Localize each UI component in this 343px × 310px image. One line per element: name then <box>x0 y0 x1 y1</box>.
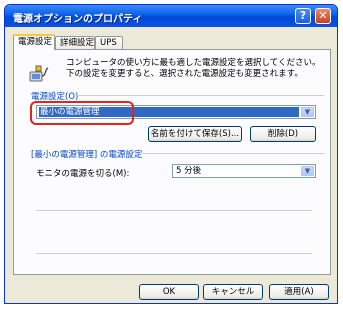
chevron-down-icon[interactable]: ▼ <box>301 107 314 117</box>
settings-group-divider <box>142 153 324 154</box>
annotation-ring <box>30 101 134 125</box>
delete-button[interactable]: 削除(D) <box>250 126 316 142</box>
window-title: 電源オプションのプロパティ <box>13 14 143 25</box>
monitor-off-dropdown[interactable]: 5 分後 ▼ <box>172 164 316 178</box>
intro-text: コンピュータの使い方に最も適した電源設定を選択してください。下の設定を変更すると… <box>66 58 321 79</box>
tab-advanced[interactable]: 詳細設定 <box>55 36 95 49</box>
apply-button[interactable]: 適用(A) <box>269 284 329 300</box>
monitor-off-value: 5 分後 <box>176 166 202 176</box>
close-button[interactable]: ✕ <box>315 8 331 24</box>
ok-button[interactable]: OK <box>139 284 199 300</box>
cancel-button[interactable]: キャンセル <box>203 284 263 300</box>
settings-separator-bottom <box>36 253 312 254</box>
title-bar[interactable]: 電源オプションのプロパティ ? ✕ <box>5 5 337 27</box>
power-options-window: 電源オプションのプロパティ ? ✕ 電源設定 詳細設定 UPS コンピュータの使… <box>4 4 338 304</box>
power-scheme-divider <box>74 95 324 96</box>
power-plug-icon <box>28 63 50 85</box>
tab-ups[interactable]: UPS <box>95 36 123 49</box>
tab-power-schemes[interactable]: 電源設定 <box>13 34 55 50</box>
tab-panel: コンピュータの使い方に最も適した電源設定を選択してください。下の設定を変更すると… <box>13 49 331 275</box>
save-as-button[interactable]: 名前を付けて保存(S)... <box>148 126 242 142</box>
settings-separator <box>36 210 312 211</box>
chevron-down-icon[interactable]: ▼ <box>301 166 314 176</box>
help-button[interactable]: ? <box>295 8 311 24</box>
monitor-off-label: モニタの電源を切る(M): <box>36 169 130 179</box>
settings-group-title: [最小の電源管理] の電源設定 <box>30 148 144 160</box>
